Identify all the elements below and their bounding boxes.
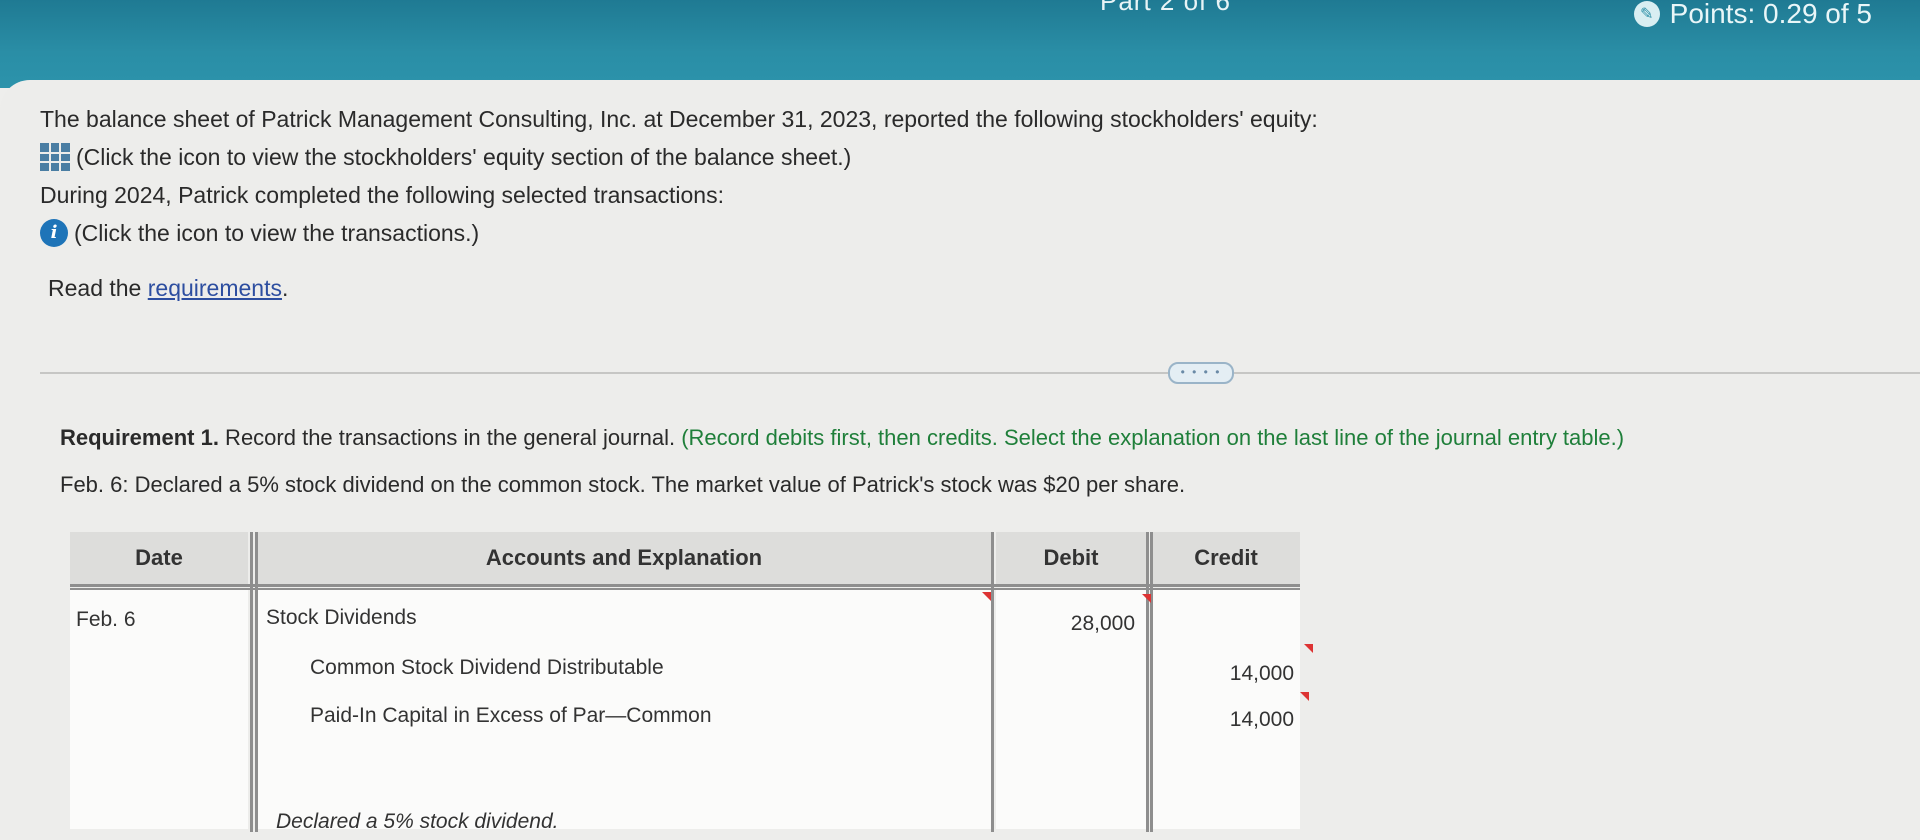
header-bar: Part 2 of 6 ✎ Points: 0.29 of 5 [0, 0, 1920, 88]
read-requirements-prefix: Read the [48, 275, 148, 301]
points-indicator: ✎ Points: 0.29 of 5 [1633, 0, 1872, 30]
read-requirements: Read the requirements. [48, 275, 288, 302]
flag-marker-icon [1304, 644, 1313, 653]
column-divider [991, 532, 994, 832]
header-debit: Debit [996, 532, 1146, 584]
header-divider [70, 588, 1300, 590]
page: Part 2 of 6 ✎ Points: 0.29 of 5 The bala… [0, 0, 1920, 840]
requirement-body: Record the transactions in the general j… [218, 425, 682, 450]
header-credit: Credit [1152, 532, 1300, 584]
column-divider [255, 532, 258, 832]
question-content: The balance sheet of Patrick Management … [0, 80, 1920, 840]
requirement-text: Requirement 1. Record the transactions i… [60, 425, 1624, 451]
journal-date[interactable]: Feb. 6 [76, 608, 136, 632]
expand-button[interactable]: • • • • [1168, 362, 1234, 384]
requirements-link[interactable]: requirements [148, 275, 282, 301]
intro-line-3: During 2024, Patrick completed the follo… [40, 182, 724, 208]
column-divider [250, 532, 253, 832]
account-row-1[interactable]: Stock Dividends [266, 606, 417, 630]
intro-line-1: The balance sheet of Patrick Management … [40, 106, 1318, 132]
account-row-2[interactable]: Common Stock Dividend Distributable [310, 656, 664, 680]
table-grid-icon[interactable] [40, 143, 70, 171]
header-accounts: Accounts and Explanation [255, 532, 993, 584]
points-text: Points: 0.29 of 5 [1669, 0, 1872, 29]
read-requirements-suffix: . [281, 275, 289, 301]
credit-row-3[interactable]: 14,000 [1194, 708, 1294, 732]
part-label: Part 2 of 6 [1100, 0, 1231, 16]
header-divider [70, 584, 1300, 587]
transactions-link-line[interactable]: i (Click the icon to view the transactio… [40, 214, 1318, 252]
equity-link-line[interactable]: (Click the icon to view the stockholders… [40, 138, 1318, 176]
section-divider [40, 372, 1920, 374]
requirement-instruction: (Record debits first, then credits. Sele… [681, 425, 1625, 450]
journal-explanation[interactable]: Declared a 5% stock dividend. [276, 810, 559, 834]
debit-row-1[interactable]: 28,000 [1035, 612, 1135, 636]
flag-marker-icon [1142, 594, 1151, 603]
credit-row-2[interactable]: 14,000 [1194, 662, 1294, 686]
header-date: Date [70, 532, 248, 584]
flag-marker-icon [1300, 692, 1309, 701]
requirement-label: Requirement 1. [60, 425, 219, 450]
question-intro: The balance sheet of Patrick Management … [40, 100, 1318, 252]
transactions-link-text[interactable]: (Click the icon to view the transactions… [74, 214, 479, 252]
column-divider [1146, 532, 1149, 832]
score-icon: ✎ [1633, 1, 1660, 27]
flag-marker-icon [982, 592, 991, 601]
account-row-3[interactable]: Paid-In Capital in Excess of Par—Common [310, 704, 712, 728]
equity-link-text[interactable]: (Click the icon to view the stockholders… [76, 138, 851, 176]
column-divider [1150, 532, 1153, 832]
transaction-description: Feb. 6: Declared a 5% stock dividend on … [60, 472, 1186, 497]
info-icon[interactable]: i [40, 219, 68, 247]
